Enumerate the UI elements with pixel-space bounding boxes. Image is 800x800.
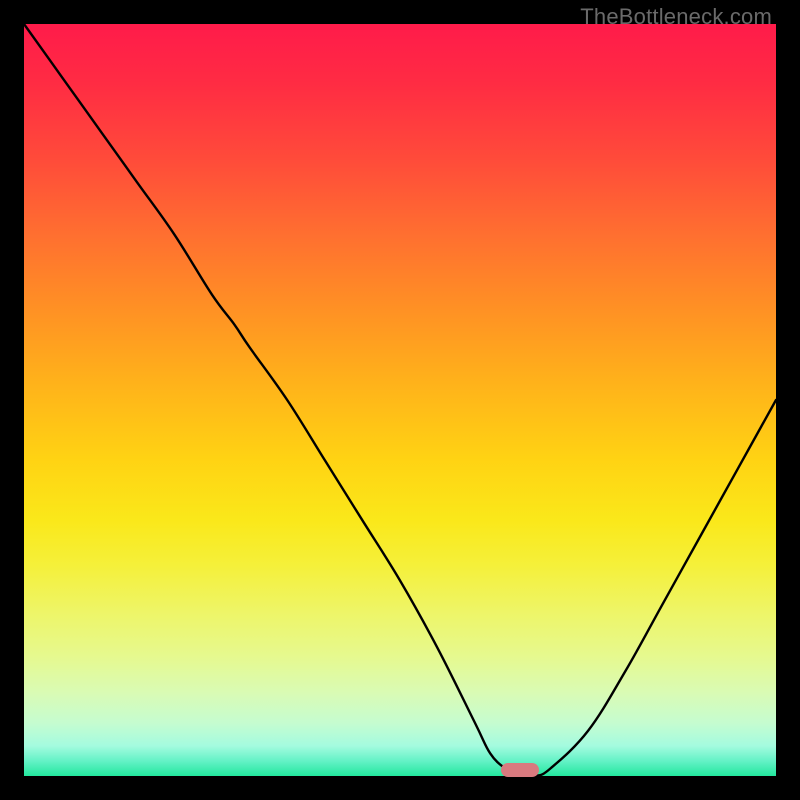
chart-frame: TheBottleneck.com bbox=[0, 0, 800, 800]
bottleneck-curve bbox=[24, 24, 776, 776]
attribution-text: TheBottleneck.com bbox=[580, 4, 772, 30]
plot-area bbox=[24, 24, 776, 776]
optimal-marker bbox=[501, 763, 539, 777]
